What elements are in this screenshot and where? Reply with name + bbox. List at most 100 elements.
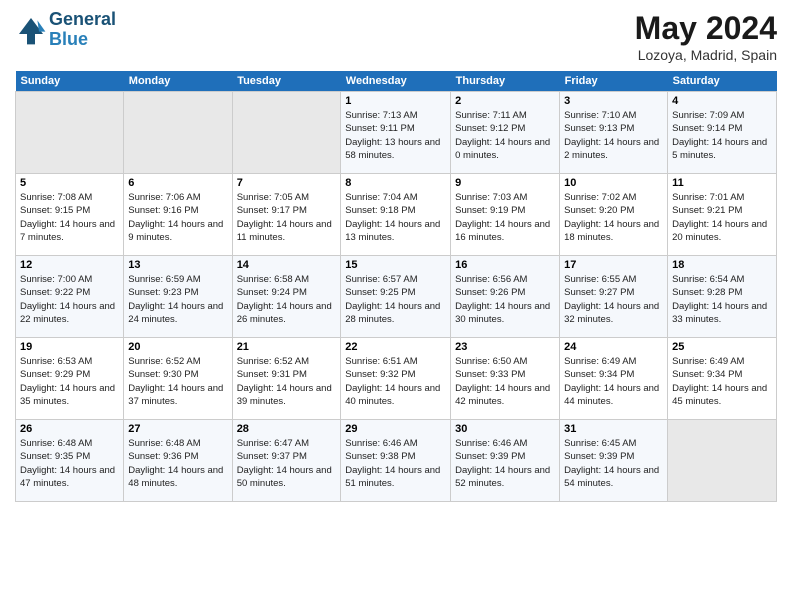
- title-block: May 2024 Lozoya, Madrid, Spain: [635, 10, 777, 63]
- day-info: Sunrise: 7:08 AM Sunset: 9:15 PM Dayligh…: [20, 191, 119, 244]
- day-number: 14: [237, 259, 337, 271]
- day-info: Sunrise: 6:47 AM Sunset: 9:37 PM Dayligh…: [237, 437, 337, 490]
- day-number: 5: [20, 177, 119, 189]
- day-info: Sunrise: 6:50 AM Sunset: 9:33 PM Dayligh…: [455, 355, 555, 408]
- day-info: Sunrise: 6:55 AM Sunset: 9:27 PM Dayligh…: [564, 273, 663, 326]
- day-number: 7: [237, 177, 337, 189]
- day-number: 3: [564, 95, 663, 107]
- calendar-cell: 15Sunrise: 6:57 AM Sunset: 9:25 PM Dayli…: [341, 256, 451, 338]
- month-title: May 2024: [635, 10, 777, 47]
- day-number: 10: [564, 177, 663, 189]
- day-number: 21: [237, 341, 337, 353]
- day-number: 16: [455, 259, 555, 271]
- col-friday: Friday: [560, 71, 668, 92]
- day-number: 26: [20, 423, 119, 435]
- calendar-cell: 23 Sunrise: 6:50 AM Sunset: 9:33 PM Dayli…: [451, 338, 560, 420]
- calendar-cell: 19 Sunrise: 6:53 AM Sunset: 9:29 PM Dayli…: [16, 338, 124, 420]
- calendar-cell: 11Sunrise: 7:01 AM Sunset: 9:21 PM Dayli…: [668, 174, 777, 256]
- calendar-cell: 2Sunrise: 7:11 AM Sunset: 9:12 PM Daylig…: [451, 92, 560, 174]
- day-info: Sunrise: 7:05 AM Sunset: 9:17 PM Dayligh…: [237, 191, 337, 244]
- day-info: Sunrise: 7:06 AM Sunset: 9:16 PM Dayligh…: [128, 191, 227, 244]
- calendar-cell: [124, 92, 232, 174]
- calendar-cell: 30 Sunrise: 6:46 AM Sunset: 9:39 PM Dayli…: [451, 420, 560, 502]
- calendar-cell: 12 Sunrise: 7:00 AM Sunset: 9:22 PM Dayli…: [16, 256, 124, 338]
- day-number: 9: [455, 177, 555, 189]
- header-row: Sunday Monday Tuesday Wednesday Thursday…: [16, 71, 777, 92]
- calendar-cell: 18 Sunrise: 6:54 AM Sunset: 9:28 PM Dayli…: [668, 256, 777, 338]
- day-info: Sunrise: 7:00 AM Sunset: 9:22 PM Dayligh…: [20, 273, 119, 326]
- day-info: Sunrise: 7:11 AM Sunset: 9:12 PM Dayligh…: [455, 109, 555, 162]
- calendar-cell: 16 Sunrise: 6:56 AM Sunset: 9:26 PM Dayli…: [451, 256, 560, 338]
- day-number: 8: [345, 177, 446, 189]
- logo-icon: [15, 14, 47, 46]
- day-number: 23: [455, 341, 555, 353]
- week-row-4: 19 Sunrise: 6:53 AM Sunset: 9:29 PM Dayli…: [16, 338, 777, 420]
- day-info: Sunrise: 6:52 AM Sunset: 9:31 PM Dayligh…: [237, 355, 337, 408]
- calendar-cell: 6 Sunrise: 7:06 AM Sunset: 9:16 PM Daylig…: [124, 174, 232, 256]
- day-info: Sunrise: 6:56 AM Sunset: 9:26 PM Dayligh…: [455, 273, 555, 326]
- calendar-cell: 27 Sunrise: 6:48 AM Sunset: 9:36 PM Dayli…: [124, 420, 232, 502]
- day-info: Sunrise: 7:13 AM Sunset: 9:11 PM Dayligh…: [345, 109, 446, 162]
- day-info: Sunrise: 6:49 AM Sunset: 9:34 PM Dayligh…: [564, 355, 663, 408]
- col-thursday: Thursday: [451, 71, 560, 92]
- day-number: 24: [564, 341, 663, 353]
- calendar-cell: 24 Sunrise: 6:49 AM Sunset: 9:34 PM Dayli…: [560, 338, 668, 420]
- week-row-3: 12 Sunrise: 7:00 AM Sunset: 9:22 PM Dayli…: [16, 256, 777, 338]
- calendar-cell: 29Sunrise: 6:46 AM Sunset: 9:38 PM Dayli…: [341, 420, 451, 502]
- calendar-cell: 13Sunrise: 6:59 AM Sunset: 9:23 PM Dayli…: [124, 256, 232, 338]
- calendar-cell: 25 Sunrise: 6:49 AM Sunset: 9:34 PM Dayli…: [668, 338, 777, 420]
- day-number: 12: [20, 259, 119, 271]
- calendar-cell: 8 Sunrise: 7:04 AM Sunset: 9:18 PM Daylig…: [341, 174, 451, 256]
- day-number: 19: [20, 341, 119, 353]
- calendar-cell: 14 Sunrise: 6:58 AM Sunset: 9:24 PM Dayli…: [232, 256, 341, 338]
- day-number: 30: [455, 423, 555, 435]
- calendar-cell: 26Sunrise: 6:48 AM Sunset: 9:35 PM Dayli…: [16, 420, 124, 502]
- week-row-1: 1 Sunrise: 7:13 AM Sunset: 9:11 PM Daylig…: [16, 92, 777, 174]
- calendar-cell: 31Sunrise: 6:45 AM Sunset: 9:39 PM Dayli…: [560, 420, 668, 502]
- day-info: Sunrise: 6:45 AM Sunset: 9:39 PM Dayligh…: [564, 437, 663, 490]
- day-info: Sunrise: 6:51 AM Sunset: 9:32 PM Dayligh…: [345, 355, 446, 408]
- day-info: Sunrise: 6:49 AM Sunset: 9:34 PM Dayligh…: [672, 355, 772, 408]
- logo: General Blue: [15, 10, 116, 50]
- location: Lozoya, Madrid, Spain: [635, 47, 777, 63]
- col-wednesday: Wednesday: [341, 71, 451, 92]
- day-info: Sunrise: 7:04 AM Sunset: 9:18 PM Dayligh…: [345, 191, 446, 244]
- week-row-2: 5 Sunrise: 7:08 AM Sunset: 9:15 PM Daylig…: [16, 174, 777, 256]
- day-number: 28: [237, 423, 337, 435]
- logo-blue: Blue: [49, 30, 116, 50]
- day-number: 6: [128, 177, 227, 189]
- day-info: Sunrise: 7:03 AM Sunset: 9:19 PM Dayligh…: [455, 191, 555, 244]
- calendar-cell: 20Sunrise: 6:52 AM Sunset: 9:30 PM Dayli…: [124, 338, 232, 420]
- calendar-cell: 28 Sunrise: 6:47 AM Sunset: 9:37 PM Dayli…: [232, 420, 341, 502]
- day-info: Sunrise: 7:02 AM Sunset: 9:20 PM Dayligh…: [564, 191, 663, 244]
- day-info: Sunrise: 6:46 AM Sunset: 9:39 PM Dayligh…: [455, 437, 555, 490]
- col-monday: Monday: [124, 71, 232, 92]
- calendar-cell: 3 Sunrise: 7:10 AM Sunset: 9:13 PM Daylig…: [560, 92, 668, 174]
- day-number: 27: [128, 423, 227, 435]
- calendar-cell: [668, 420, 777, 502]
- day-number: 17: [564, 259, 663, 271]
- day-number: 25: [672, 341, 772, 353]
- calendar-cell: 21 Sunrise: 6:52 AM Sunset: 9:31 PM Dayli…: [232, 338, 341, 420]
- calendar-cell: [16, 92, 124, 174]
- day-number: 20: [128, 341, 227, 353]
- day-info: Sunrise: 6:58 AM Sunset: 9:24 PM Dayligh…: [237, 273, 337, 326]
- day-number: 1: [345, 95, 446, 107]
- day-info: Sunrise: 6:48 AM Sunset: 9:36 PM Dayligh…: [128, 437, 227, 490]
- calendar-cell: [232, 92, 341, 174]
- day-info: Sunrise: 7:10 AM Sunset: 9:13 PM Dayligh…: [564, 109, 663, 162]
- day-info: Sunrise: 7:09 AM Sunset: 9:14 PM Dayligh…: [672, 109, 772, 162]
- calendar-cell: 17 Sunrise: 6:55 AM Sunset: 9:27 PM Dayli…: [560, 256, 668, 338]
- header: General Blue May 2024 Lozoya, Madrid, Sp…: [15, 10, 777, 63]
- day-info: Sunrise: 6:54 AM Sunset: 9:28 PM Dayligh…: [672, 273, 772, 326]
- day-number: 18: [672, 259, 772, 271]
- col-tuesday: Tuesday: [232, 71, 341, 92]
- calendar-cell: 4 Sunrise: 7:09 AM Sunset: 9:14 PM Daylig…: [668, 92, 777, 174]
- week-row-5: 26Sunrise: 6:48 AM Sunset: 9:35 PM Dayli…: [16, 420, 777, 502]
- calendar-cell: 9 Sunrise: 7:03 AM Sunset: 9:19 PM Daylig…: [451, 174, 560, 256]
- col-sunday: Sunday: [16, 71, 124, 92]
- main-page: General Blue May 2024 Lozoya, Madrid, Sp…: [0, 0, 792, 512]
- calendar-cell: 10 Sunrise: 7:02 AM Sunset: 9:20 PM Dayli…: [560, 174, 668, 256]
- day-number: 4: [672, 95, 772, 107]
- day-info: Sunrise: 6:53 AM Sunset: 9:29 PM Dayligh…: [20, 355, 119, 408]
